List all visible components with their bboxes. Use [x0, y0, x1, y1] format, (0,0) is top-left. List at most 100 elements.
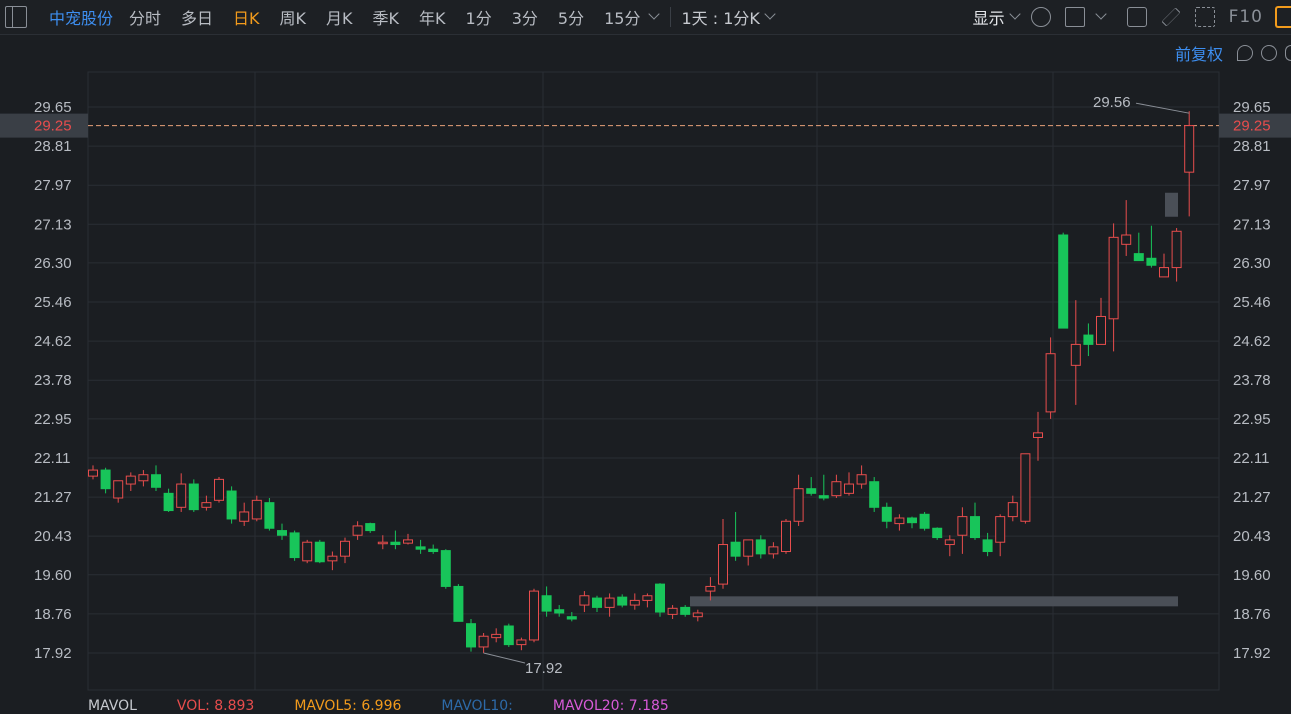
- candle-body: [718, 544, 728, 585]
- candle-body: [642, 595, 653, 601]
- candle-body: [755, 539, 766, 555]
- candle-body: [176, 483, 187, 508]
- candle-body: [529, 590, 539, 641]
- candle-body: [680, 606, 691, 615]
- min-price-label: 17.92: [525, 660, 563, 677]
- candle-body: [188, 483, 199, 511]
- candle-body: [692, 612, 703, 618]
- candle-body: [239, 511, 250, 522]
- min-label-leader: [483, 652, 526, 664]
- y-tick-label-left: 19.60: [34, 567, 72, 584]
- candle-body: [201, 502, 212, 508]
- y-tick-label-right: 25.46: [1233, 294, 1271, 311]
- candle-body: [390, 541, 401, 546]
- candle-body: [113, 480, 124, 499]
- y-tick-label-left: 26.30: [34, 255, 72, 272]
- price-range-marker: [1165, 192, 1178, 217]
- candle-body: [579, 595, 590, 606]
- candle-body: [781, 520, 791, 553]
- candle-body: [629, 599, 640, 606]
- candle-body: [151, 474, 161, 488]
- candlestick-chart[interactable]: 29.65 29.65 28.81 28.81 27.97 27.97 27.13 27.13…: [0, 0, 1291, 710]
- candle-body: [516, 639, 527, 646]
- candle-body: [403, 539, 413, 544]
- y-tick-label-right: 24.62: [1233, 333, 1271, 350]
- candle-body: [592, 597, 602, 608]
- y-tick-label-left: 29.65: [34, 99, 72, 116]
- candle-body: [982, 539, 993, 553]
- candle-body: [1171, 230, 1182, 269]
- candle-body: [541, 595, 552, 612]
- candle-body: [932, 527, 943, 539]
- y-tick-label-right: 22.11: [1233, 450, 1269, 467]
- candle-body: [566, 616, 577, 620]
- candle-body: [894, 517, 905, 525]
- candle-body: [214, 478, 224, 501]
- candle-body: [138, 474, 149, 482]
- y-tick-label-right: 29.65: [1233, 99, 1271, 116]
- candle-body: [793, 488, 804, 522]
- candle-body: [957, 516, 968, 536]
- candle-body: [125, 475, 136, 485]
- current-price-label-right: 29.25: [1233, 118, 1271, 135]
- y-tick-label-left: 27.97: [34, 177, 72, 194]
- candle-body: [604, 597, 615, 608]
- candle-body: [844, 483, 854, 494]
- y-tick-label-right: 20.43: [1233, 528, 1271, 545]
- y-tick-label-left: 17.92: [34, 645, 72, 662]
- candle-body: [1083, 334, 1094, 345]
- y-tick-label-left: 21.27: [34, 489, 72, 506]
- candle-body: [1058, 234, 1069, 329]
- y-tick-label-right: 19.60: [1233, 567, 1271, 584]
- candle-body: [970, 516, 980, 539]
- candle-body: [377, 541, 388, 545]
- candle-body: [1070, 343, 1081, 366]
- candle-body: [1033, 432, 1043, 438]
- y-tick-label-left: 28.81: [34, 138, 72, 155]
- candle-body: [1146, 257, 1157, 266]
- candle-body: [944, 539, 955, 546]
- y-tick-label-right: 28.81: [1233, 138, 1271, 155]
- candle-body: [1045, 353, 1056, 413]
- candle-body: [503, 625, 514, 646]
- y-tick-label-left: 22.95: [34, 411, 72, 428]
- candle-body: [806, 488, 817, 494]
- candle-body: [1108, 236, 1119, 320]
- max-price-label: 29.56: [1093, 94, 1131, 111]
- candle-body: [289, 532, 300, 559]
- candle-body: [226, 490, 237, 520]
- candle-body: [743, 539, 754, 557]
- price-range-bar: [690, 596, 1178, 607]
- y-tick-label-left: 27.13: [34, 216, 72, 233]
- candle-body: [995, 516, 1006, 543]
- candle-body: [818, 495, 829, 499]
- candle-body: [831, 481, 842, 497]
- candle-body: [856, 474, 867, 485]
- candle-body: [1121, 234, 1132, 245]
- y-tick-label-right: 17.92: [1233, 645, 1271, 662]
- y-tick-label-left: 22.11: [34, 450, 70, 467]
- candle-body: [163, 492, 174, 512]
- candle-body: [1020, 453, 1031, 522]
- candle-body: [617, 596, 628, 606]
- y-tick-label-left: 25.46: [34, 294, 72, 311]
- candle-body: [88, 469, 98, 477]
- candle-body: [453, 585, 464, 622]
- candle-body: [881, 506, 892, 522]
- candle-body: [907, 517, 917, 524]
- y-tick-label-right: 21.27: [1233, 489, 1271, 506]
- candle-body: [365, 523, 376, 532]
- candle-body: [251, 499, 262, 520]
- candle-body: [428, 548, 439, 553]
- candle-body: [1096, 315, 1106, 345]
- candle-body: [730, 541, 741, 557]
- candle-body: [340, 540, 350, 557]
- max-label-leader: [1135, 102, 1190, 114]
- candle-body: [264, 502, 275, 529]
- candle-body: [302, 541, 313, 562]
- candle-body: [1159, 267, 1169, 278]
- candle-body: [1184, 125, 1195, 173]
- candle-body: [1133, 253, 1144, 262]
- y-tick-label-right: 23.78: [1233, 372, 1271, 389]
- candle-body: [554, 609, 565, 614]
